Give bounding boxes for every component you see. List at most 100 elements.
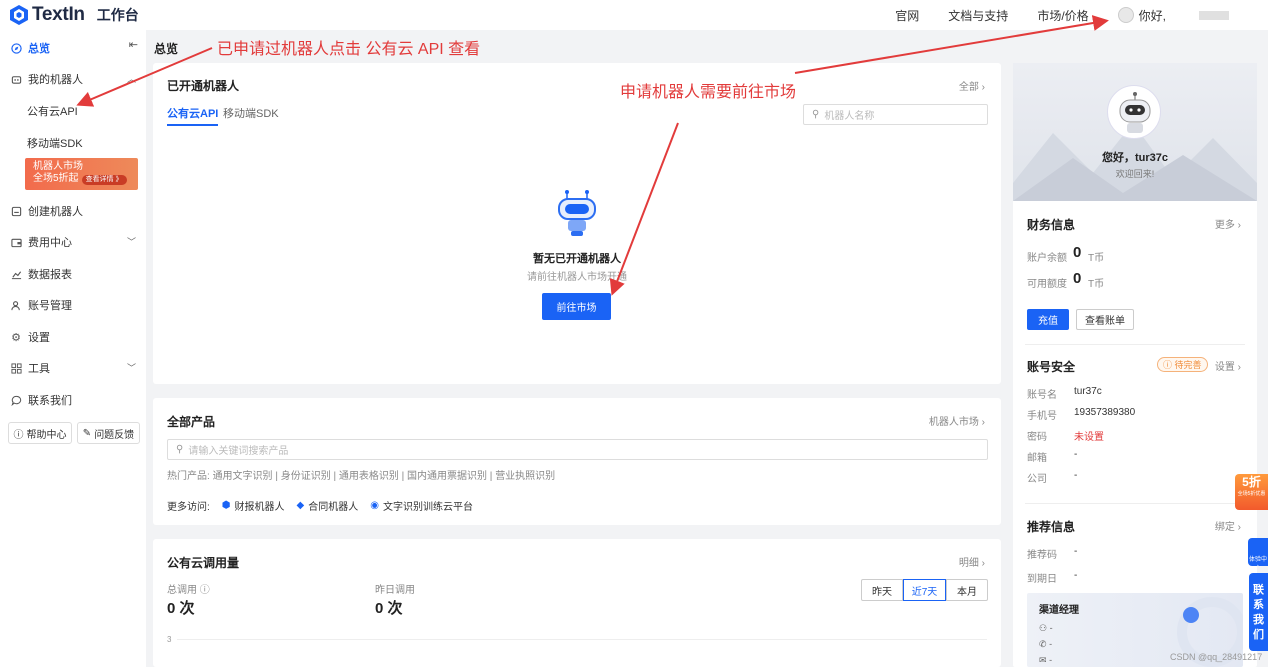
tab-public-api[interactable]: 公有云API <box>167 105 219 126</box>
sidebar-item-contact[interactable]: 联系我们 <box>10 392 72 408</box>
sidebar-item-label: 我的机器人 <box>28 74 83 86</box>
contact-char: 们 <box>1253 629 1264 641</box>
gear-icon: ⚙ <box>11 331 21 344</box>
sidebar-item-settings[interactable]: ⚙ 设置 <box>10 329 50 345</box>
experience-label: 体验中心 <box>1248 557 1267 563</box>
robot-search-input[interactable]: ⚲ 机器人名称 <box>803 104 988 125</box>
sidebar-item-public-api[interactable]: 公有云API <box>27 103 78 119</box>
sidebar-item-label: 工具 <box>28 363 50 375</box>
empty-state-subtitle: 请前往机器人市场开通 <box>527 272 627 283</box>
sidebar-item-label: 创建机器人 <box>28 206 83 218</box>
chevron-right-icon: › <box>981 558 985 569</box>
more-access-link[interactable]: 文字识别训练云平台 <box>383 498 473 513</box>
grid-icon <box>10 362 22 374</box>
company-value: - <box>1074 470 1078 481</box>
edit-icon: ✎ <box>82 427 92 439</box>
right-panel: 您好，tur37c 欢迎回来! 财务信息 更多 › 账户余额 0 T币 可用额度… <box>1013 63 1257 667</box>
chevron-right-icon: › <box>981 417 985 428</box>
channel-manager-title: 渠道经理 <box>1039 605 1079 616</box>
chart-icon <box>10 268 22 280</box>
go-to-market-button[interactable]: 前往市场 <box>542 293 611 320</box>
referral-bind-link[interactable]: 绑定 › <box>1215 518 1241 533</box>
sidebar-item-billing[interactable]: 费用中心 <box>10 234 72 250</box>
range-last-7-days[interactable]: 近7天 <box>903 579 946 601</box>
sidebar-item-label: 数据报表 <box>28 269 72 281</box>
help-center-button[interactable]: ⓘ 帮助中心 <box>8 422 72 444</box>
range-yesterday[interactable]: 昨天 <box>861 579 903 601</box>
hot-product-link[interactable]: 营业执照识别 <box>495 471 555 482</box>
account-name-value: tur37c <box>1074 386 1102 397</box>
security-settings-link[interactable]: 设置 › <box>1215 358 1241 373</box>
email-value: - <box>1074 449 1078 460</box>
view-bill-button[interactable]: 查看账单 <box>1076 309 1134 330</box>
sidebar-item-label: 联系我们 <box>28 395 72 407</box>
promo-subtitle: 全场5折起 <box>33 173 79 184</box>
sidebar-item-label: 费用中心 <box>28 237 72 249</box>
sidebar-item-my-robots[interactable]: 我的机器人 <box>10 71 83 87</box>
yesterday-calls-label: 昨日调用 <box>375 585 415 596</box>
top-bar: TextIn 工作台 官网 文档与支持 市场/价格 你好, <box>0 0 1268 30</box>
phone-icon: ✆ <box>1039 639 1047 649</box>
search-icon: ⚲ <box>176 444 184 455</box>
nav-official-site[interactable]: 官网 <box>895 7 919 24</box>
total-calls-value: 0 次 <box>167 600 195 617</box>
sidebar-item-reports[interactable]: 数据报表 <box>10 266 72 282</box>
link-label: 机器人市场 <box>928 417 979 428</box>
feedback-button[interactable]: ✎ 问题反馈 <box>77 422 140 444</box>
promo-title: 机器人市场 <box>33 161 83 172</box>
recharge-button[interactable]: 充值 <box>1027 309 1069 330</box>
experience-center-float[interactable]: 体验中心 <box>1248 538 1268 566</box>
range-this-month[interactable]: 本月 <box>946 579 988 601</box>
email-label: 邮箱 <box>1027 453 1047 464</box>
contact-char: 联 <box>1253 584 1264 596</box>
robot-market-promo[interactable]: 机器人市场 全场5折起 查看详情 》 <box>25 158 138 190</box>
view-all-link[interactable]: 全部 › <box>959 78 985 93</box>
logo[interactable]: TextIn <box>10 4 85 26</box>
sidebar-item-account[interactable]: 账号管理 <box>10 297 72 313</box>
balance-value: 0 <box>1073 244 1082 261</box>
more-access-link[interactable]: 财报机器人 <box>235 498 285 513</box>
empty-state-title: 暂无已开通机器人 <box>533 253 621 265</box>
sidebar-item-overview[interactable]: 总览 <box>10 40 50 56</box>
manager-contact-row: ⚇ - <box>1039 623 1053 633</box>
hot-product-link[interactable]: 身份证识别 <box>281 471 331 482</box>
hot-product-link[interactable]: 国内通用票据识别 <box>407 471 487 482</box>
contact-us-float[interactable]: 联 系 我 们 <box>1249 573 1268 651</box>
top-nav: 官网 文档与支持 市场/价格 你好, <box>895 0 1268 30</box>
hot-product-link[interactable]: 通用表格识别 <box>339 471 399 482</box>
user-menu[interactable]: 你好, <box>1117 7 1258 24</box>
balance-unit: T币 <box>1088 253 1105 264</box>
card-title: 全部产品 <box>167 415 216 429</box>
user-greeting: 你好, <box>1138 8 1166 23</box>
search-placeholder: 请输入关键词搜索产品 <box>188 446 289 457</box>
tab-mobile-sdk[interactable]: 移动端SDK <box>223 105 279 121</box>
gridline <box>177 639 987 640</box>
link-label: 明细 <box>958 558 979 569</box>
feedback-label: 问题反馈 <box>94 429 135 441</box>
sidebar: 总览 ⇤ 我的机器人 ︿ 公有云API 移动端SDK 机器人市场 全场5折起 查看… <box>0 30 146 667</box>
warning-icon: ⓘ <box>1163 360 1173 370</box>
card-title: 已开通机器人 <box>167 79 240 93</box>
credit-label: 可用额度 <box>1027 279 1067 290</box>
nav-market-pricing[interactable]: 市场/价格 <box>1037 7 1088 24</box>
usage-detail-link[interactable]: 明细 › <box>959 554 985 569</box>
manager-email-row: ✉ - <box>1039 655 1053 665</box>
user-icon: ⚇ <box>1039 623 1048 633</box>
discount-float[interactable]: 5折 全场5折优惠 <box>1235 474 1268 510</box>
sidebar-item-tools[interactable]: 工具 <box>10 360 50 376</box>
chevron-right-icon: › <box>1237 522 1241 533</box>
sidebar-item-create-robot[interactable]: 创建机器人 <box>10 203 83 219</box>
hot-product-link[interactable]: 通用文字识别 <box>213 471 273 482</box>
product-search-input[interactable]: ⚲ 请输入关键词搜索产品 <box>167 439 988 460</box>
mail-icon: ✉ <box>1039 655 1047 665</box>
avatar <box>1117 7 1134 23</box>
robot-market-link[interactable]: 机器人市场 › <box>929 413 985 428</box>
sidebar-item-mobile-sdk[interactable]: 移动端SDK <box>27 135 83 151</box>
finance-more-link[interactable]: 更多 › <box>1215 216 1241 231</box>
collapse-sidebar-icon[interactable]: ⇤ <box>129 38 138 51</box>
watermark: CSDN @qq_28491217 <box>1170 652 1263 662</box>
more-access-row: 更多访问: ⬢ 财报机器人 ◆ 合同机器人 ◉ 文字识别训练云平台 <box>167 498 473 513</box>
password-value: 未设置 <box>1074 432 1104 443</box>
more-access-link[interactable]: 合同机器人 <box>308 498 358 513</box>
nav-docs-support[interactable]: 文档与支持 <box>948 7 1008 24</box>
